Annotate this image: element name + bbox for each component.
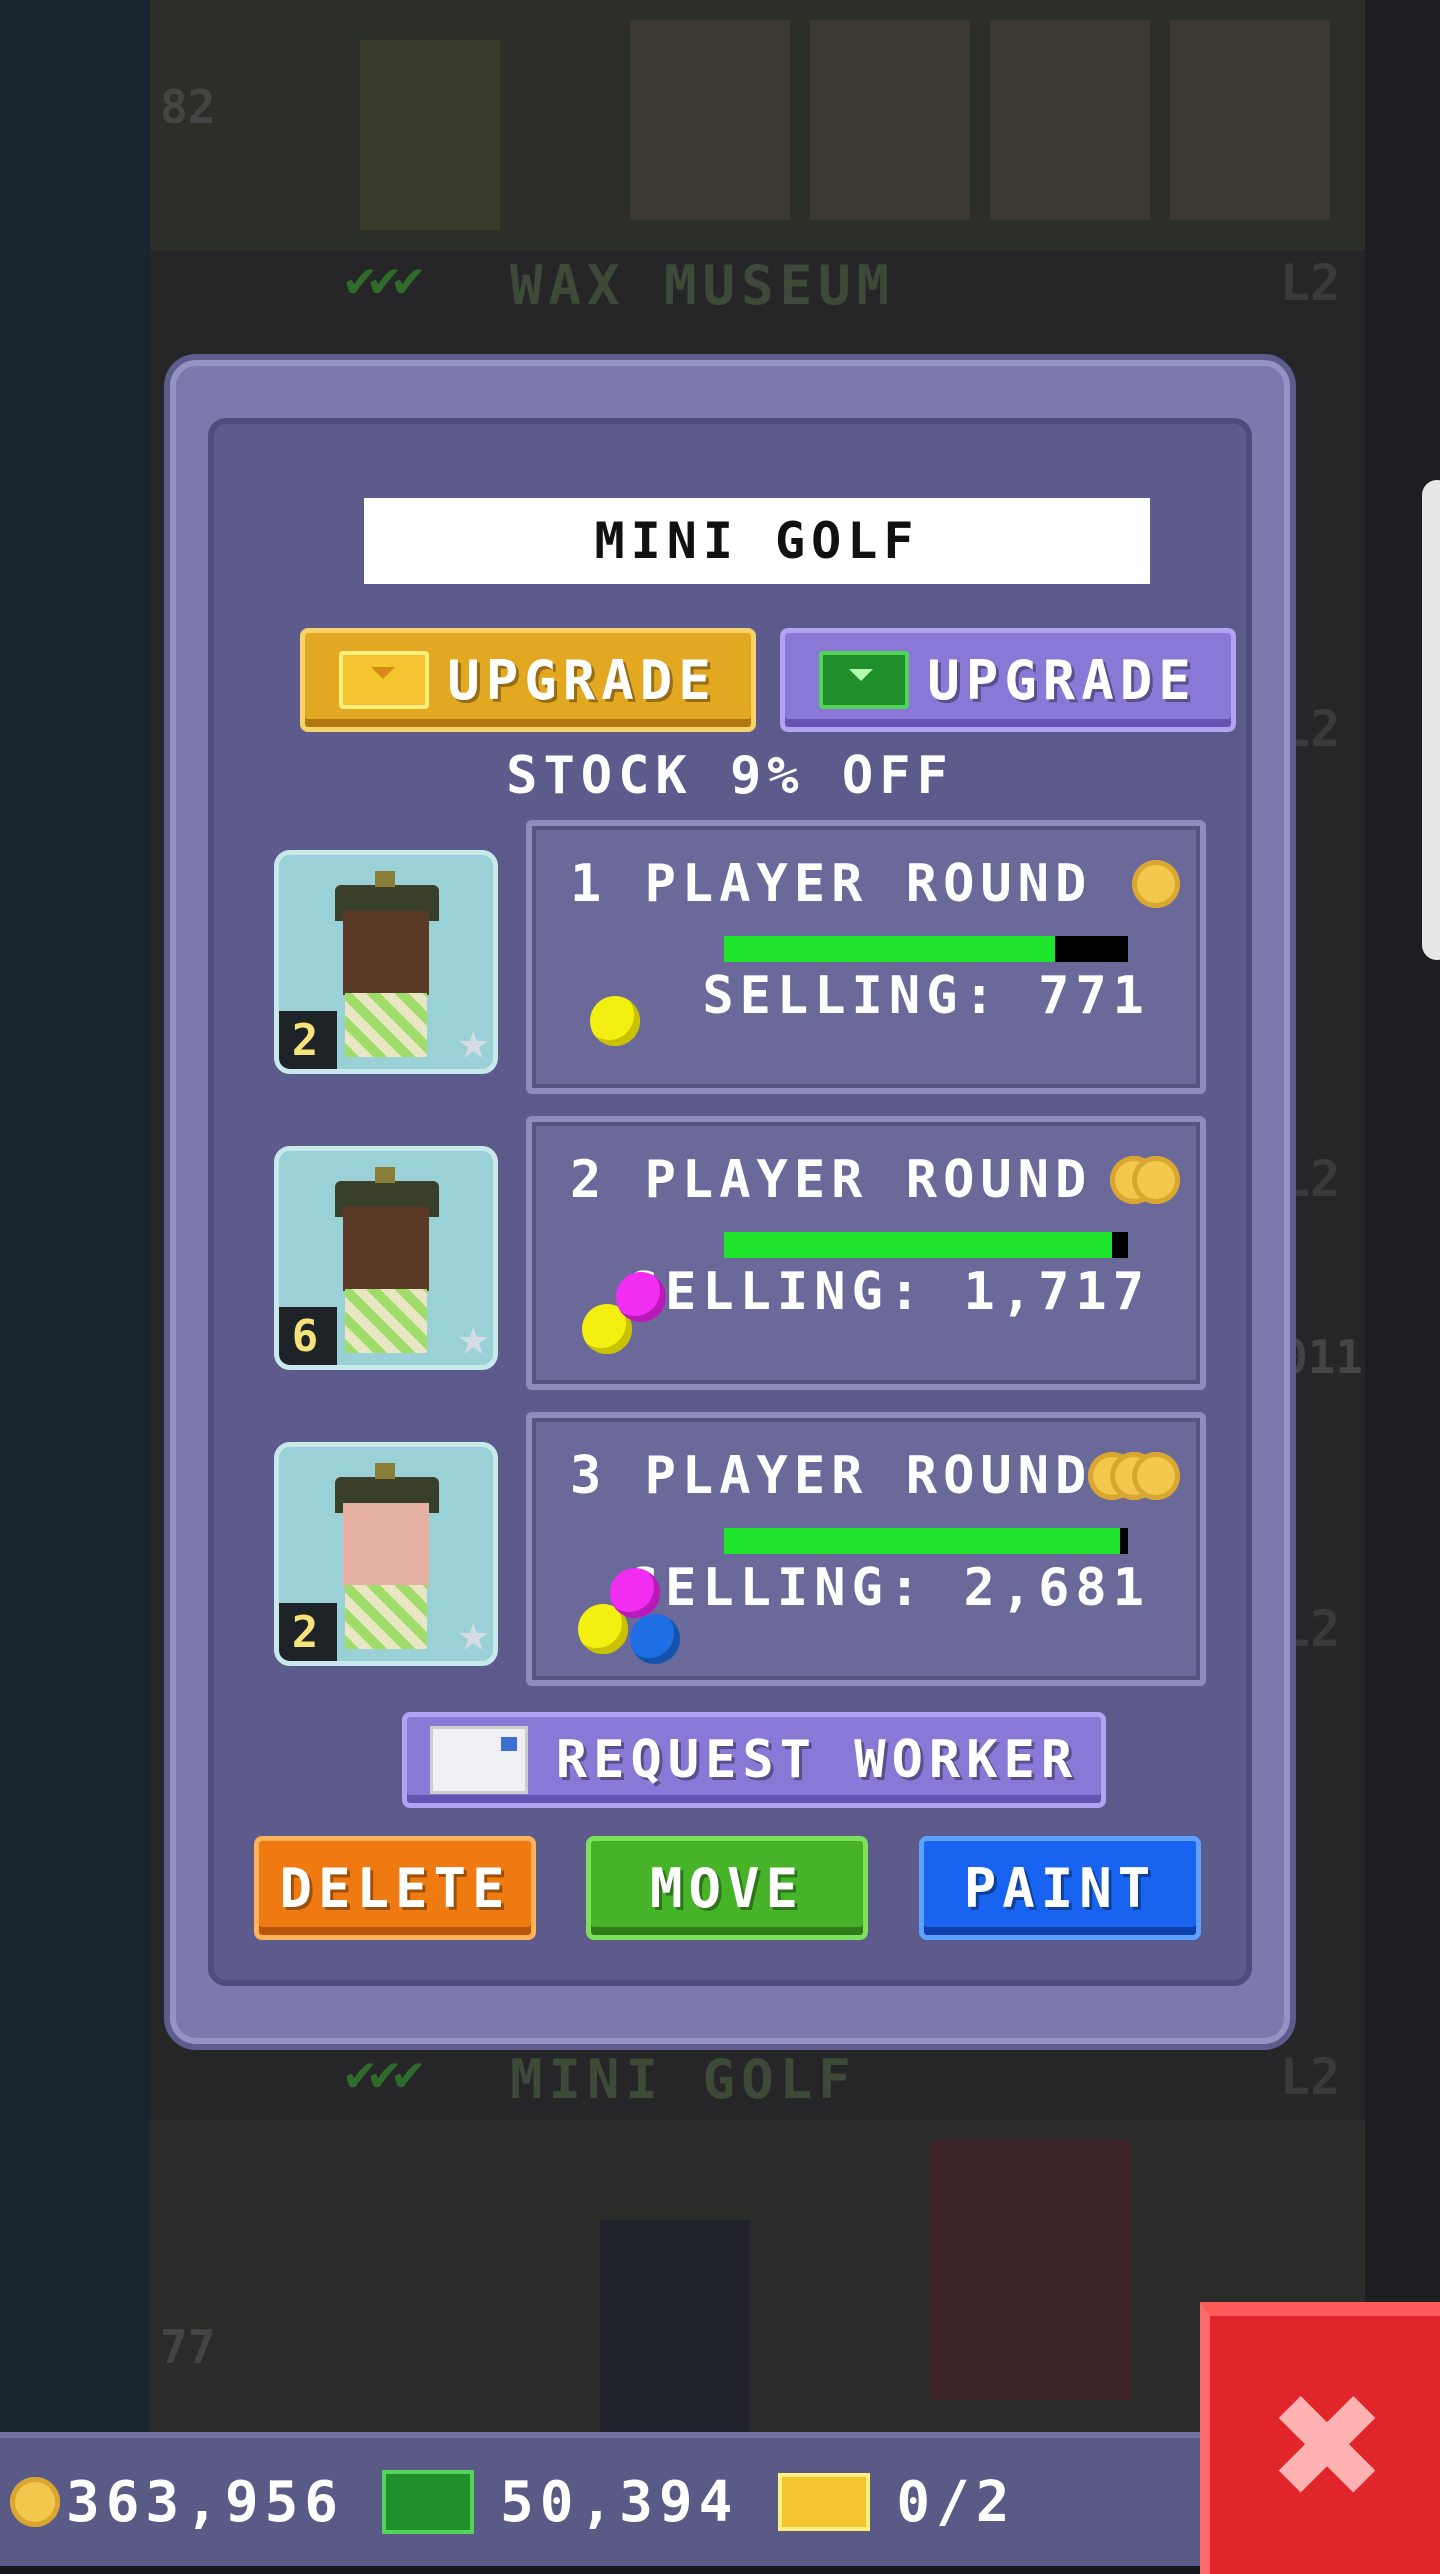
- close-x-icon: ✖: [1272, 2334, 1388, 2555]
- blue-golf-ball-icon: [630, 1614, 680, 1664]
- worker-level-badge: 2: [279, 1603, 337, 1661]
- stock-progress-bar: [724, 936, 1128, 962]
- move-label: MOVE: [649, 1856, 805, 1920]
- upgrade-ticket-label: UPGRADE: [447, 648, 717, 712]
- currency-bar: 363,956 50,394 0/2: [0, 2432, 1200, 2566]
- floor-number: 011: [1280, 1330, 1364, 1384]
- wax-figure: [990, 20, 1150, 220]
- delete-label: DELETE: [279, 1856, 511, 1920]
- worker-level-badge: 6: [279, 1307, 337, 1365]
- product-name: 1 PLAYER ROUND: [570, 854, 1093, 914]
- bux-icon: [819, 651, 910, 709]
- floor-number: 77: [160, 2320, 216, 2374]
- floor-checks: ✔✔✔: [345, 2044, 423, 2102]
- floor-checks: ✔✔✔: [345, 250, 423, 308]
- worker-face: [343, 1503, 429, 1587]
- selling-price: SELLING: 2,681: [627, 1558, 1150, 1618]
- bux-count: 50,394: [500, 2469, 739, 2535]
- coin-icon: [1132, 860, 1180, 908]
- coin-count: 363,956: [66, 2469, 345, 2535]
- request-worker-label: REQUEST WORKER: [555, 1730, 1079, 1790]
- worker-body: [345, 1585, 427, 1649]
- dialog-panel: MINI GOLF UPGRADE UPGRADE STOCK 9% OFF 2…: [208, 418, 1252, 1986]
- floor-mini-golf[interactable]: 77: [150, 2120, 1365, 2432]
- worker-level-badge: 2: [279, 1011, 337, 1069]
- worker-portrait[interactable]: 2 ★: [274, 850, 498, 1074]
- product-row[interactable]: 2 PLAYER ROUND SELLING: 1,717: [526, 1116, 1206, 1390]
- request-worker-button[interactable]: REQUEST WORKER: [402, 1712, 1106, 1808]
- ticket-count: 0/2: [896, 2469, 1016, 2535]
- star-icon: ★: [457, 1307, 489, 1367]
- coin-icon: [1132, 1452, 1180, 1500]
- stock-progress-bar: [724, 1528, 1128, 1554]
- worker-face: [343, 911, 429, 995]
- golf-door: [600, 2220, 750, 2432]
- selling-price: SELLING: 1,717: [627, 1262, 1150, 1322]
- worker-body: [345, 993, 427, 1057]
- floor-wax-museum[interactable]: 82: [150, 0, 1365, 250]
- move-button[interactable]: MOVE: [586, 1836, 868, 1940]
- star-icon: ★: [457, 1011, 489, 1071]
- selling-price: SELLING: 771: [702, 966, 1150, 1026]
- golden-ticket-icon: [339, 651, 430, 709]
- side-drawer-tab[interactable]: [1422, 480, 1440, 960]
- stock-progress-fill: [724, 936, 1056, 962]
- yellow-golf-ball-icon: [590, 996, 640, 1046]
- upgrade-bux-button[interactable]: UPGRADE: [780, 628, 1236, 732]
- worker-face: [343, 1207, 429, 1291]
- worker-portrait[interactable]: 2 ★: [274, 1442, 498, 1666]
- stock-discount: STOCK 9% OFF: [506, 746, 954, 806]
- upgrade-ticket-button[interactable]: UPGRADE: [300, 628, 756, 732]
- windmill: [930, 2140, 1130, 2400]
- paint-button[interactable]: PAINT: [919, 1836, 1201, 1940]
- stock-progress-fill: [724, 1528, 1120, 1554]
- store-dialog: MINI GOLF UPGRADE UPGRADE STOCK 9% OFF 2…: [170, 360, 1290, 2044]
- close-button[interactable]: ✖: [1200, 2302, 1440, 2574]
- floor-level: L2: [1280, 254, 1341, 312]
- dialog-title: MINI GOLF: [364, 498, 1150, 584]
- magenta-golf-ball-icon: [610, 1568, 660, 1618]
- envelope-icon: [429, 1726, 528, 1794]
- museum-door: [360, 40, 500, 230]
- bux-icon: [382, 2470, 475, 2534]
- wax-figure: [810, 20, 970, 220]
- coin-icon: [1132, 1156, 1180, 1204]
- wax-figure: [630, 20, 790, 220]
- paint-label: PAINT: [963, 1856, 1157, 1920]
- worker-body: [345, 1289, 427, 1353]
- golden-ticket-icon: [778, 2473, 871, 2531]
- upgrade-bux-label: UPGRADE: [927, 648, 1197, 712]
- product-name: 3 PLAYER ROUND: [570, 1446, 1093, 1506]
- worker-portrait[interactable]: 6 ★: [274, 1146, 498, 1370]
- floor-number: 82: [160, 80, 216, 134]
- delete-button[interactable]: DELETE: [254, 1836, 536, 1940]
- stock-progress-fill: [724, 1232, 1112, 1258]
- coin-icon: [10, 2477, 60, 2527]
- product-row[interactable]: 1 PLAYER ROUND SELLING: 771: [526, 820, 1206, 1094]
- wax-figure: [1170, 20, 1330, 220]
- product-row[interactable]: 3 PLAYER ROUND SELLING: 2,681: [526, 1412, 1206, 1686]
- floor-label: WAX MUSEUM: [510, 254, 896, 317]
- stock-progress-bar: [724, 1232, 1128, 1258]
- floor-level: L2: [1280, 2048, 1341, 2106]
- floor-label: MINI GOLF: [510, 2048, 857, 2111]
- magenta-golf-ball-icon: [616, 1272, 666, 1322]
- product-name: 2 PLAYER ROUND: [570, 1150, 1093, 1210]
- star-icon: ★: [457, 1603, 489, 1663]
